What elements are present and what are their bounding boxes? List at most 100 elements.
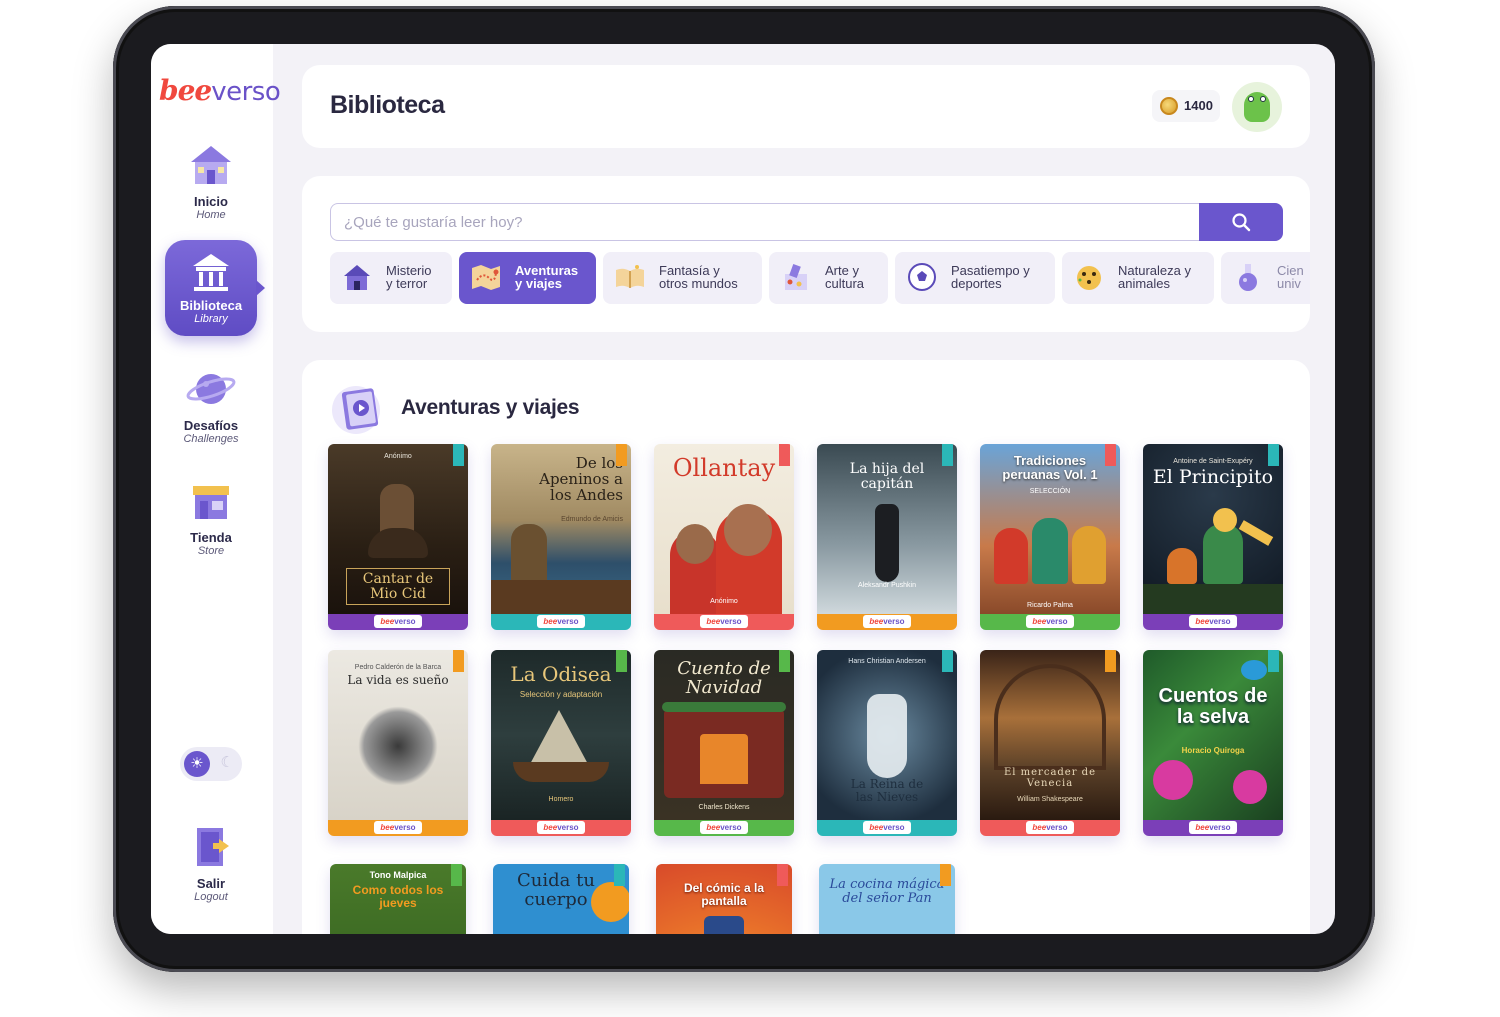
- book-author: Tono Malpica: [369, 870, 427, 880]
- sidebar-item-logout[interactable]: Salir Logout: [165, 822, 257, 904]
- category-mystery[interactable]: Misterio y terror: [330, 252, 452, 304]
- bookmark-icon: [616, 650, 627, 672]
- leopard-icon: [1077, 266, 1101, 290]
- book-card[interactable]: La hija del capitán Aleksandr Pushkin be…: [817, 444, 957, 630]
- bookmark-icon: [453, 650, 464, 672]
- book-card[interactable]: Cuentos de la selva Horacio Quiroga beev…: [1143, 650, 1283, 836]
- book-author: William Shakespeare: [1017, 796, 1083, 803]
- section-title: Aventuras y viajes: [401, 396, 580, 419]
- page-title: Biblioteca: [330, 91, 445, 119]
- book-card[interactable]: Tradiciones peruanas Vol. 1 SELECCIÓN Ri…: [980, 444, 1120, 630]
- paint-palette-icon: [785, 263, 807, 290]
- sidebar-item-home[interactable]: Inicio Home: [165, 140, 257, 222]
- book-author: Antoine de Saint-Exupéry: [1173, 458, 1253, 465]
- book-title: Tradiciones peruanas Vol. 1: [1002, 453, 1098, 482]
- sidebar-item-label: Tienda: [190, 530, 232, 545]
- book-card[interactable]: Ollantay Anónimo beeverso: [654, 444, 794, 630]
- bookmark-icon: [1105, 650, 1116, 672]
- book-title: La vida es sueño: [347, 673, 449, 687]
- bookmark-icon: [1105, 444, 1116, 466]
- book-card[interactable]: La cocina mágica del señor Pan: [819, 864, 955, 934]
- book-title: De los Apeninos a los Andes: [539, 454, 623, 504]
- book-title: Del cómic a la pantalla: [683, 881, 765, 908]
- book-card[interactable]: La Odisea Selección y adaptación Homero …: [491, 650, 631, 836]
- publisher-logo: beeverso: [700, 615, 748, 628]
- book-title: La hija del capitán: [849, 461, 925, 492]
- book-card[interactable]: Cuida tu cuerpo: [493, 864, 629, 934]
- book-card[interactable]: Del cómic a la pantalla: [656, 864, 792, 934]
- bookmark-icon: [451, 864, 462, 886]
- book-title: Cantar de Mio Cid: [346, 568, 450, 606]
- logo[interactable]: beeverso: [159, 74, 281, 114]
- book-author: Charles Dickens: [698, 804, 750, 811]
- bookmark-icon: [940, 864, 951, 886]
- avatar-eye-left: [1248, 96, 1254, 102]
- book-card[interactable]: Tono Malpica Como todos los jueves: [330, 864, 466, 934]
- book-card[interactable]: Cuento de Navidad Charles Dickens beever…: [654, 650, 794, 836]
- coin-icon: [1160, 97, 1178, 115]
- open-book-icon: [616, 265, 644, 288]
- sidebar-item-library[interactable]: Biblioteca Library: [165, 240, 265, 336]
- moon-icon: ☾: [220, 754, 234, 771]
- search-panel: Misterioy terror Aventurasy viajes Fanta…: [302, 176, 1310, 332]
- header: Biblioteca 1400: [302, 65, 1310, 148]
- category-label: y terror: [386, 276, 428, 291]
- book-title: Cuentos de la selva: [1158, 685, 1268, 728]
- books-section: Aventuras y viajes Anónimo Cantar de Mio…: [302, 360, 1310, 934]
- book-author: Horacio Quiroga: [1181, 746, 1245, 755]
- bookmark-icon: [1268, 444, 1279, 466]
- book-title: La cocina mágica del señor Pan: [829, 877, 945, 906]
- book-card[interactable]: Anónimo Cantar de Mio Cid beeverso: [328, 444, 468, 630]
- book-title: El mercader de Venecia: [1003, 767, 1097, 789]
- search-icon: [1232, 213, 1251, 232]
- category-adventure[interactable]: Aventuras y viajes: [459, 252, 596, 304]
- publisher-logo: beeverso: [374, 821, 422, 834]
- sidebar-item-sublabel: Logout: [194, 891, 228, 903]
- theme-toggle[interactable]: ☀ ☾: [180, 747, 242, 781]
- book-author: Anónimo: [384, 453, 412, 460]
- sidebar-item-sublabel: Home: [196, 209, 226, 221]
- sidebar-item-label: Inicio: [194, 194, 228, 209]
- book-card[interactable]: Pedro Calderón de la Barca La vida es su…: [328, 650, 468, 836]
- category-label: univ: [1277, 276, 1301, 291]
- book-card[interactable]: Hans Christian Andersen La Reina de las …: [817, 650, 957, 836]
- search-input[interactable]: [330, 203, 1200, 241]
- publisher-logo: beeverso: [863, 615, 911, 628]
- book-author: Homero: [548, 796, 574, 803]
- avatar[interactable]: [1232, 82, 1282, 132]
- avatar-eye-right: [1260, 96, 1266, 102]
- book-title: Cuida tu cuerpo: [517, 870, 595, 910]
- sidebar-item-sublabel: Library: [194, 313, 228, 325]
- map-icon: [472, 265, 500, 290]
- logout-door-icon: [185, 822, 237, 872]
- book-author: Edmundo de Amicis: [561, 516, 623, 523]
- publisher-logo: beeverso: [1026, 615, 1074, 628]
- sidebar-item-store[interactable]: Tienda Store: [165, 476, 257, 558]
- book-card[interactable]: De los Apeninos a los Andes Edmundo de A…: [491, 444, 631, 630]
- flask-icon: [1239, 264, 1257, 291]
- category-sports[interactable]: Pasatiempo y deportes: [895, 252, 1055, 304]
- book-author: Pedro Calderón de la Barca: [354, 664, 442, 671]
- book-card[interactable]: El mercader de Venecia William Shakespea…: [980, 650, 1120, 836]
- category-label: cultura: [825, 276, 865, 291]
- publisher-logo: beeverso: [863, 821, 911, 834]
- sidebar-item-challenges[interactable]: Desafíos Challenges: [165, 364, 257, 446]
- search-button[interactable]: [1199, 203, 1283, 241]
- publisher-logo: beeverso: [1026, 821, 1074, 834]
- category-science[interactable]: Cien univ: [1221, 252, 1310, 304]
- sidebar-item-label: Desafíos: [183, 418, 239, 433]
- bookmark-icon: [616, 444, 627, 466]
- app-screen: beeverso Inicio Home Biblioteca Library …: [151, 44, 1335, 934]
- book-card[interactable]: Antoine de Saint-Exupéry El Principito b…: [1143, 444, 1283, 630]
- bookmark-icon: [777, 864, 788, 886]
- category-art[interactable]: Arte y cultura: [769, 252, 888, 304]
- category-label: deportes: [951, 276, 1002, 291]
- bookmark-icon: [1268, 650, 1279, 672]
- coin-balance[interactable]: 1400: [1152, 90, 1220, 122]
- publisher-logo: beeverso: [374, 615, 422, 628]
- category-nature[interactable]: Naturaleza y animales: [1062, 252, 1214, 304]
- sun-icon: ☀: [184, 751, 210, 777]
- publisher-logo: beeverso: [1189, 615, 1237, 628]
- category-label: animales: [1118, 276, 1171, 291]
- category-fantasy[interactable]: Fantasía y otros mundos: [603, 252, 762, 304]
